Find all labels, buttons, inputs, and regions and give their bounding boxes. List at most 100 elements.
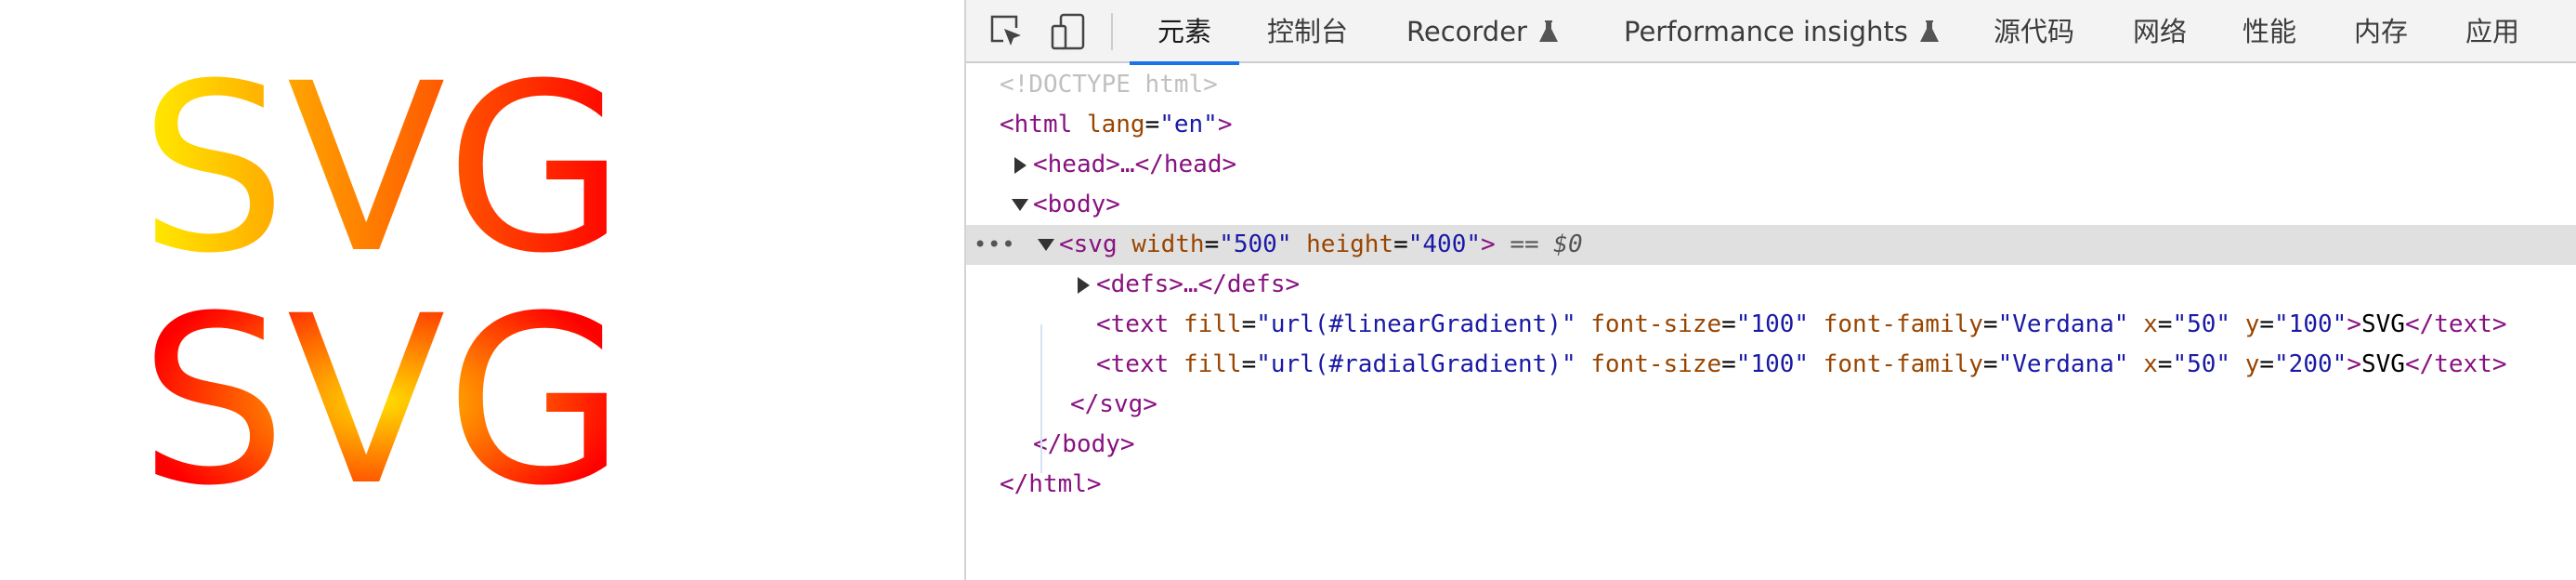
attr-name: fill — [1183, 310, 1242, 338]
experiment-flask-icon — [1538, 20, 1558, 42]
more-options-icon[interactable]: ••• — [974, 225, 1015, 265]
doctype-text: <!DOCTYPE html> — [1000, 71, 1218, 99]
svg-text-radial: SVG — [139, 266, 625, 536]
expand-arrow-icon[interactable] — [1011, 145, 1029, 185]
tag-name: </text> — [2404, 350, 2507, 378]
tab-label: 元素 — [1157, 16, 1212, 47]
dom-node-text-radial[interactable]: <text fill="url(#radialGradient)" font-s… — [1096, 345, 2507, 385]
devtools-panel: 元素 控制台 Recorder Performance insights 源代码… — [964, 0, 2576, 580]
tag-name: <text — [1096, 310, 1170, 338]
device-toggle-icon[interactable] — [1050, 13, 1087, 50]
tab-performance[interactable]: 性能 — [2243, 0, 2296, 63]
attr-name: width — [1131, 231, 1205, 258]
attr-name: font-family — [1823, 310, 1983, 338]
dom-node-text-linear[interactable]: <text fill="url(#linearGradient)" font-s… — [1096, 305, 2507, 345]
attr-value: "200" — [2274, 350, 2347, 378]
attr-equals: = — [1982, 310, 1998, 338]
attr-value: "Verdana" — [1997, 310, 2129, 338]
attr-value: "500" — [1219, 231, 1292, 258]
tag-close-bracket: > — [2347, 350, 2361, 378]
tab-label: 应用 — [2465, 16, 2520, 47]
tab-label: 源代码 — [1994, 16, 2075, 47]
attr-value: "Verdana" — [1997, 350, 2129, 378]
tab-label: Recorder — [1406, 16, 1527, 47]
attr-equals: = — [2259, 310, 2275, 338]
tag-name: </svg> — [1070, 390, 1157, 418]
attr-value: "100" — [1735, 310, 1810, 338]
collapse-arrow-icon[interactable] — [1011, 185, 1029, 225]
collapse-arrow-icon[interactable] — [1037, 225, 1055, 265]
dom-node-html[interactable]: <html lang="en"> — [1000, 105, 1233, 145]
dom-node-svg-close[interactable]: </svg> — [1070, 385, 1157, 425]
attr-equals: = — [1721, 310, 1736, 338]
devtools-tab-bar: 元素 控制台 Recorder Performance insights 源代码… — [966, 0, 2576, 65]
tab-recorder[interactable]: Recorder — [1406, 0, 1559, 63]
tab-application[interactable]: 应用 — [2465, 0, 2519, 63]
tab-console[interactable]: 控制台 — [1267, 0, 1348, 63]
page-preview: SVG SVG — [0, 0, 964, 580]
attr-name: fill — [1183, 350, 1242, 378]
expand-arrow-icon[interactable] — [1074, 265, 1092, 305]
attr-equals: = — [1721, 350, 1736, 378]
attr-value: "url(#linearGradient)" — [1256, 310, 1576, 338]
attr-value: "50" — [2172, 310, 2231, 338]
attr-value: "en" — [1159, 111, 1218, 138]
attr-name: font-size — [1590, 310, 1722, 338]
attr-equals: = — [1144, 111, 1160, 138]
attr-name: height — [1306, 231, 1394, 258]
tab-label: 内存 — [2354, 16, 2409, 47]
text-node-content: SVG — [2360, 350, 2405, 378]
dom-node-head[interactable]: <head>…</head> — [1011, 145, 1236, 185]
dom-node-doctype[interactable]: <!DOCTYPE html> — [1000, 65, 1218, 105]
tag-close-bracket: > — [2347, 310, 2361, 338]
attr-name: font-size — [1590, 350, 1722, 378]
tag-name: </text> — [2404, 310, 2507, 338]
dom-node-body-close[interactable]: </body> — [1033, 425, 1135, 465]
tag-name: <svg — [1059, 231, 1118, 258]
indent-guide — [1040, 324, 1042, 473]
dom-tree: <!DOCTYPE html> <html lang="en"> <head>…… — [966, 65, 2576, 580]
selected-node-marker: == $0 — [1510, 231, 1583, 258]
svg-canvas: SVG SVG — [139, 33, 625, 536]
tag-close-bracket: > — [1217, 111, 1233, 138]
attr-value: "100" — [2274, 310, 2347, 338]
tab-network[interactable]: 网络 — [2133, 0, 2187, 63]
select-element-icon[interactable] — [988, 13, 1026, 50]
svg-line-content: <svg width="500" height="400"> == $0 — [1037, 225, 1583, 265]
attr-equals: = — [1241, 350, 1257, 378]
attr-name: lang — [1086, 111, 1145, 138]
attr-equals: = — [2157, 310, 2173, 338]
attr-name: font-family — [1823, 350, 1983, 378]
tag-name: </body> — [1033, 430, 1135, 458]
attr-name: x — [2143, 350, 2158, 378]
tag-name: <head>…</head> — [1033, 151, 1237, 178]
tag-name: <defs>…</defs> — [1096, 270, 1301, 298]
dom-node-defs[interactable]: <defs>…</defs> — [1074, 265, 1300, 305]
tag-name: <text — [1096, 350, 1170, 378]
attr-value: "50" — [2172, 350, 2231, 378]
tab-label: Performance insights — [1624, 16, 1908, 47]
tab-memory[interactable]: 内存 — [2354, 0, 2408, 63]
tab-sources[interactable]: 源代码 — [1994, 0, 2074, 63]
tab-label: 性能 — [2243, 16, 2297, 47]
attr-name: x — [2143, 310, 2158, 338]
tag-name: <html — [1000, 111, 1073, 138]
tag-name: <body> — [1033, 191, 1120, 218]
tag-close-bracket: > — [1481, 231, 1496, 258]
tag-name: </html> — [1000, 470, 1102, 498]
tab-label: 控制台 — [1267, 16, 1349, 47]
attr-value: "100" — [1735, 350, 1810, 378]
attr-value: "400" — [1407, 231, 1482, 258]
attr-value: "url(#radialGradient)" — [1256, 350, 1576, 378]
experiment-flask-icon — [1919, 20, 1939, 42]
dom-node-svg[interactable]: ••• <svg width="500" height="400"> == $0 — [966, 225, 2576, 265]
dom-node-html-close[interactable]: </html> — [1000, 465, 1102, 505]
attr-equals: = — [1393, 231, 1408, 258]
tab-performance-insights[interactable]: Performance insights — [1624, 0, 1940, 63]
attr-name: y — [2244, 310, 2260, 338]
attr-equals: = — [1204, 231, 1220, 258]
attr-equals: = — [1241, 310, 1257, 338]
svg-text-linear: SVG — [139, 33, 625, 304]
tab-elements[interactable]: 元素 — [1129, 0, 1240, 65]
dom-node-body[interactable]: <body> — [1011, 185, 1120, 225]
